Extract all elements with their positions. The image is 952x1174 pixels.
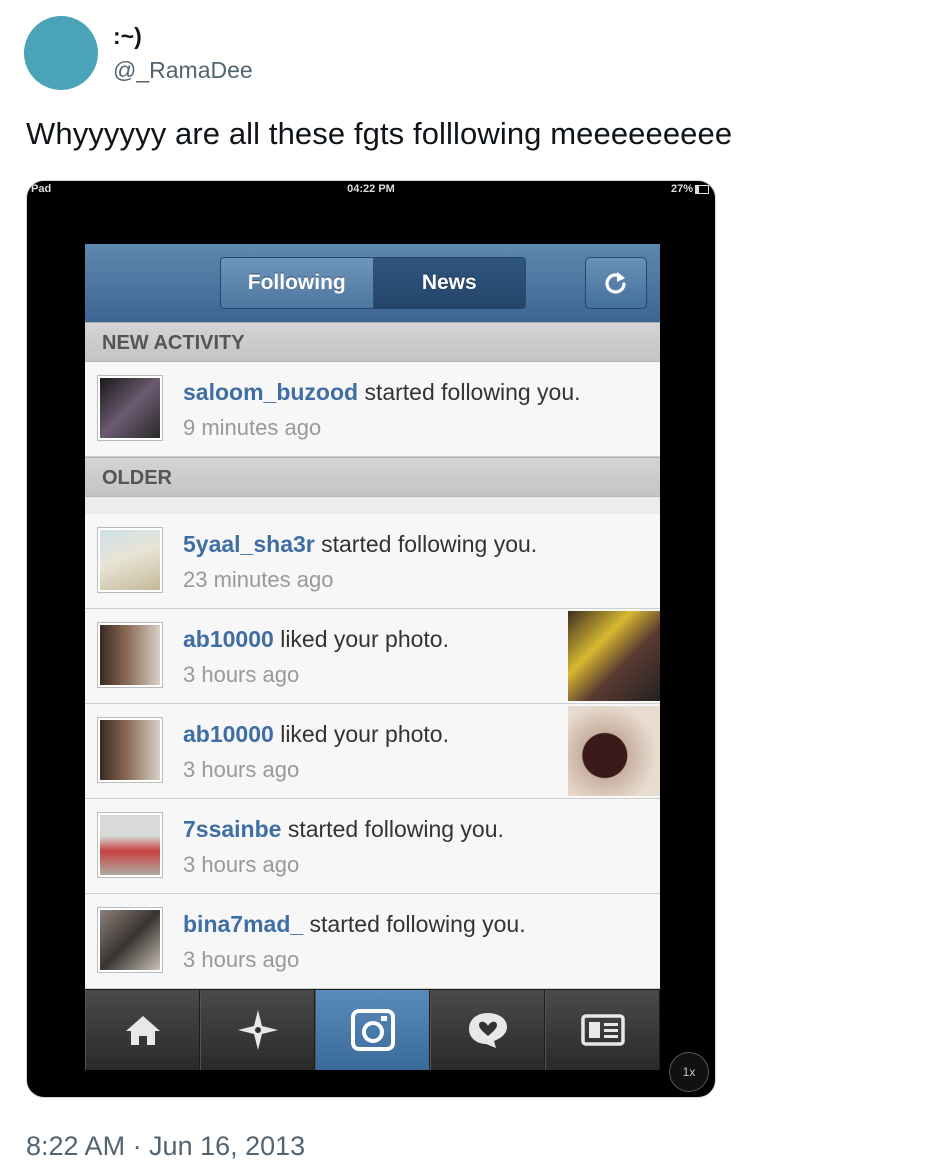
tab-home[interactable] <box>85 990 200 1070</box>
refresh-icon <box>605 272 626 294</box>
activity-text: started following you. <box>303 911 526 937</box>
tab-bar <box>85 989 660 1070</box>
activity-row[interactable]: 5yaal_sha3r started following you. 23 mi… <box>85 514 660 609</box>
user-avatar[interactable] <box>97 375 163 441</box>
activity-time: 3 hours ago <box>183 947 300 972</box>
instagram-screen: Following News NEW ACTIVITY saloom_buzoo… <box>85 244 660 1070</box>
zoom-badge[interactable]: 1x <box>669 1052 709 1092</box>
activity-username[interactable]: 5yaal_sha3r <box>183 531 315 557</box>
activity-row[interactable]: saloom_buzood started following you. 9 m… <box>85 362 660 457</box>
activity-username[interactable]: ab10000 <box>183 721 274 747</box>
activity-text: liked your photo. <box>273 721 449 747</box>
tab-news[interactable]: News <box>373 258 525 308</box>
activity-time: 23 minutes ago <box>183 567 334 592</box>
activity-time: 3 hours ago <box>183 757 300 782</box>
section-header-new-activity: NEW ACTIVITY <box>85 322 660 362</box>
status-bar: Pad 04:22 PM 27% <box>27 181 715 199</box>
author-avatar[interactable] <box>24 16 98 90</box>
activity-text: started following you. <box>358 379 581 405</box>
camera-icon <box>350 1009 395 1051</box>
liked-photo-thumbnail[interactable] <box>568 611 660 701</box>
refresh-button[interactable] <box>585 257 647 309</box>
tweet-text: Whyyyyyy are all these fgts folllowing m… <box>26 116 733 151</box>
nav-bar: Following News <box>85 244 660 323</box>
profile-icon <box>580 1014 625 1046</box>
activity-row[interactable]: bina7mad_ started following you. 3 hours… <box>85 894 660 989</box>
activity-time: 3 hours ago <box>183 662 300 687</box>
battery-icon <box>695 184 709 194</box>
battery-indicator: 27% <box>671 183 709 195</box>
activity-text: started following you. <box>314 531 538 557</box>
tab-activity[interactable] <box>430 990 545 1070</box>
user-avatar[interactable] <box>97 527 163 593</box>
activity-row[interactable]: ab10000 liked your photo. 3 hours ago <box>85 704 660 799</box>
user-avatar[interactable] <box>97 907 163 973</box>
activity-username[interactable]: bina7mad_ <box>183 911 303 937</box>
activity-icon <box>468 1013 507 1048</box>
clock-time: 04:22 PM <box>347 183 395 195</box>
tweet-media-image[interactable]: Pad 04:22 PM 27% Following News NEW ACTI… <box>26 180 716 1098</box>
activity-username[interactable]: ab10000 <box>183 626 274 652</box>
activity-time: 3 hours ago <box>183 852 300 877</box>
tab-explore[interactable] <box>200 990 315 1070</box>
activity-text: started following you. <box>281 816 504 842</box>
tab-camera[interactable] <box>315 990 430 1070</box>
author-display-name[interactable]: :~) <box>113 22 142 50</box>
tweet-timestamp[interactable]: 8:22 AM · Jun 16, 2013 <box>26 1128 305 1164</box>
activity-username[interactable]: saloom_buzood <box>183 379 358 405</box>
battery-percent: 27% <box>670 183 693 195</box>
liked-photo-thumbnail[interactable] <box>568 706 660 796</box>
user-avatar[interactable] <box>97 717 163 783</box>
user-avatar[interactable] <box>97 622 163 688</box>
activity-text: liked your photo. <box>273 626 449 652</box>
tab-profile[interactable] <box>545 990 660 1070</box>
segmented-control: Following News <box>220 257 526 309</box>
tab-following[interactable]: Following <box>221 258 374 308</box>
clock: 04:22 PM <box>27 183 715 195</box>
activity-username[interactable]: 7ssainbe <box>183 816 281 842</box>
explore-icon <box>237 1010 278 1050</box>
activity-row[interactable]: ab10000 liked your photo. 3 hours ago <box>85 609 660 704</box>
section-header-older: OLDER <box>85 457 660 497</box>
home-icon <box>125 1016 160 1045</box>
activity-row[interactable]: 7ssainbe started following you. 3 hours … <box>85 799 660 894</box>
author-handle[interactable]: @_RamaDee <box>113 56 253 84</box>
activity-time: 9 minutes ago <box>183 415 322 440</box>
user-avatar[interactable] <box>97 812 163 878</box>
